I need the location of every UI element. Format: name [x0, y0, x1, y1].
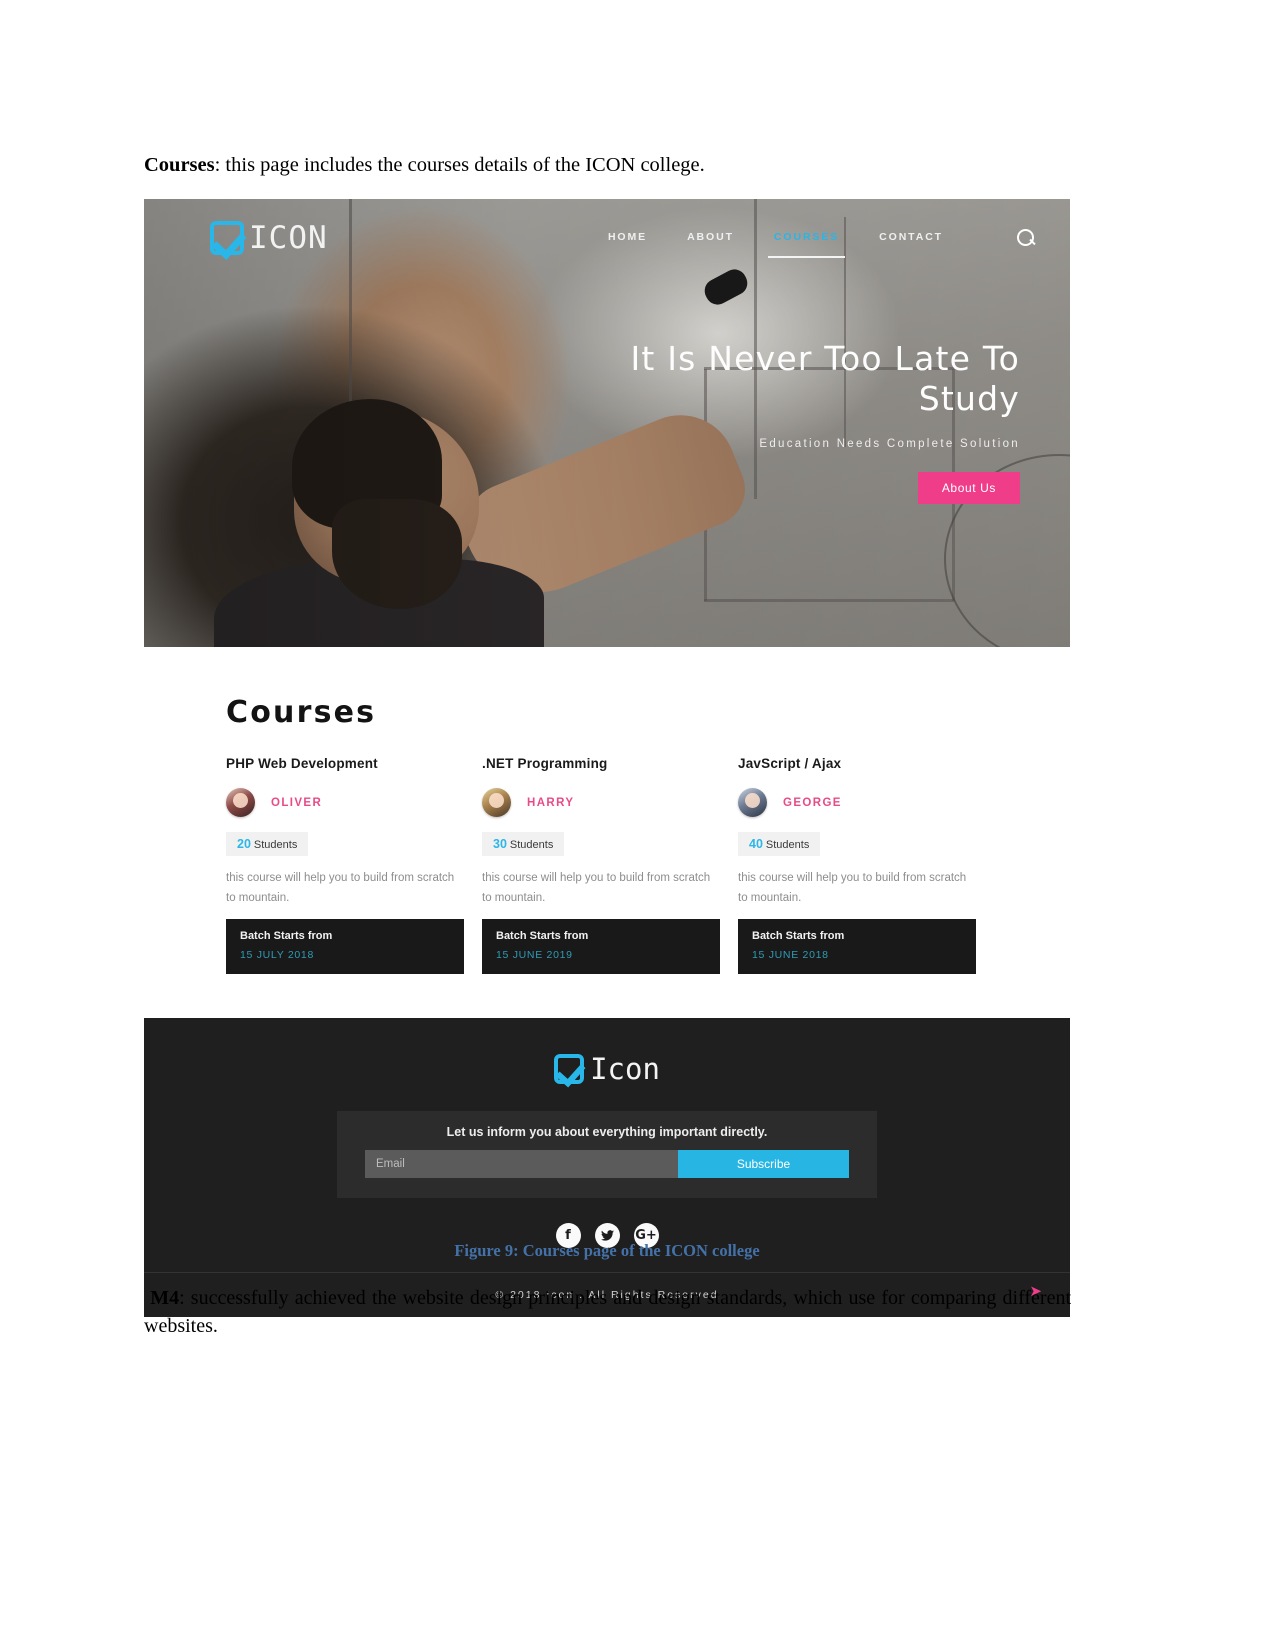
- tutor-row: GEORGE: [738, 788, 976, 817]
- batch-date: 15 JULY 2018: [240, 949, 314, 962]
- batch-info-box: Batch Starts from 15 JUNE 2019: [482, 919, 720, 975]
- course-card[interactable]: JavScript / Ajax GEORGE 40 Students this …: [738, 756, 976, 975]
- batch-date: 15 JUNE 2019: [496, 949, 573, 962]
- students-label: Students: [509, 839, 554, 851]
- avatar: [482, 788, 511, 817]
- tutor-row: HARRY: [482, 788, 720, 817]
- batch-label: Batch Starts from: [752, 930, 845, 943]
- about-us-button[interactable]: About Us: [917, 471, 1020, 504]
- site-logo[interactable]: ICON: [210, 220, 328, 256]
- email-input[interactable]: [365, 1150, 678, 1179]
- nav-item-courses[interactable]: COURSES: [767, 231, 846, 258]
- trailing-paragraph: M4: successfully achieved the website de…: [144, 1284, 1071, 1341]
- avatar: [226, 788, 255, 817]
- course-title: PHP Web Development: [226, 756, 378, 771]
- course-title: JavScript / Ajax: [738, 756, 842, 771]
- figure-caption: Figure 9: Courses page of the ICON colle…: [454, 1241, 760, 1260]
- footer-logo[interactable]: Icon: [144, 1052, 1070, 1086]
- hero-title: It Is Never Too Late To Study: [630, 339, 1020, 419]
- website-screenshot: ICON HOME ABOUT COURSES CONTACT It Is Ne…: [144, 199, 1070, 1318]
- hero-section: ICON HOME ABOUT COURSES CONTACT It Is Ne…: [144, 199, 1070, 647]
- students-label: Students: [253, 839, 298, 851]
- checkbox-check-icon: [554, 1054, 585, 1085]
- avatar: [738, 788, 767, 817]
- batch-label: Batch Starts from: [240, 930, 333, 943]
- intro-rest-text: : this page includes the courses details…: [214, 154, 705, 176]
- courses-section: Courses PHP Web Development OLIVER 20 Stu…: [144, 647, 1070, 975]
- batch-date: 15 JUNE 2018: [752, 949, 829, 962]
- students-count: 30: [493, 837, 507, 851]
- students-badge: 40 Students: [738, 832, 821, 856]
- course-card[interactable]: PHP Web Development OLIVER 20 Students th…: [226, 756, 464, 975]
- main-navigation: HOME ABOUT COURSES CONTACT: [608, 228, 1036, 258]
- intro-paragraph: Courses: this page includes the courses …: [144, 152, 1074, 180]
- tutor-name: GEORGE: [783, 796, 842, 809]
- tutor-row: OLIVER: [226, 788, 464, 817]
- hero-content: It Is Never Too Late To Study Education …: [520, 339, 1020, 504]
- tutor-name: HARRY: [527, 796, 575, 809]
- course-description: this course will help you to build from …: [738, 872, 967, 905]
- document-page: Courses: this page includes the courses …: [0, 0, 1275, 1651]
- footer-logo-text: Icon: [590, 1052, 660, 1087]
- course-title: .NET Programming: [482, 756, 608, 771]
- subscribe-form: Subscribe: [365, 1150, 849, 1179]
- batch-info-box: Batch Starts from 15 JULY 2018: [226, 919, 464, 975]
- nav-item-about[interactable]: ABOUT: [687, 231, 734, 246]
- batch-info-box: Batch Starts from 15 JUNE 2018: [738, 919, 976, 975]
- nav-item-contact[interactable]: CONTACT: [879, 231, 943, 246]
- students-badge: 30 Students: [482, 832, 565, 856]
- course-description: this course will help you to build from …: [226, 872, 455, 905]
- students-count: 40: [749, 837, 763, 851]
- site-footer: Icon Let us inform you about everything …: [144, 1018, 1070, 1318]
- course-description: this course will help you to build from …: [482, 872, 711, 905]
- students-label: Students: [765, 839, 810, 851]
- students-count: 20: [237, 837, 251, 851]
- newsletter-panel: Let us inform you about everything impor…: [337, 1111, 877, 1199]
- students-badge: 20 Students: [226, 832, 309, 856]
- subscribe-button[interactable]: Subscribe: [678, 1150, 849, 1179]
- batch-label: Batch Starts from: [496, 930, 589, 943]
- nav-item-home[interactable]: HOME: [608, 231, 647, 246]
- tutor-name: OLIVER: [271, 796, 323, 809]
- checkbox-check-icon: [210, 221, 244, 255]
- hero-subtitle: Education Needs Complete Solution: [759, 437, 1020, 450]
- course-card[interactable]: .NET Programming HARRY 30 Students this c…: [482, 756, 720, 975]
- search-icon[interactable]: [1017, 228, 1036, 248]
- site-header: ICON HOME ABOUT COURSES CONTACT: [144, 199, 1070, 277]
- trailing-bold-label: M4: [150, 1287, 180, 1309]
- courses-heading: Courses: [226, 695, 377, 730]
- newsletter-text: Let us inform you about everything impor…: [446, 1125, 768, 1140]
- trailing-rest-text: : successfully achieved the website desi…: [144, 1287, 1072, 1338]
- logo-text: ICON: [249, 220, 328, 256]
- courses-grid: PHP Web Development OLIVER 20 Students th…: [226, 756, 988, 975]
- intro-bold-label: Courses: [144, 154, 215, 176]
